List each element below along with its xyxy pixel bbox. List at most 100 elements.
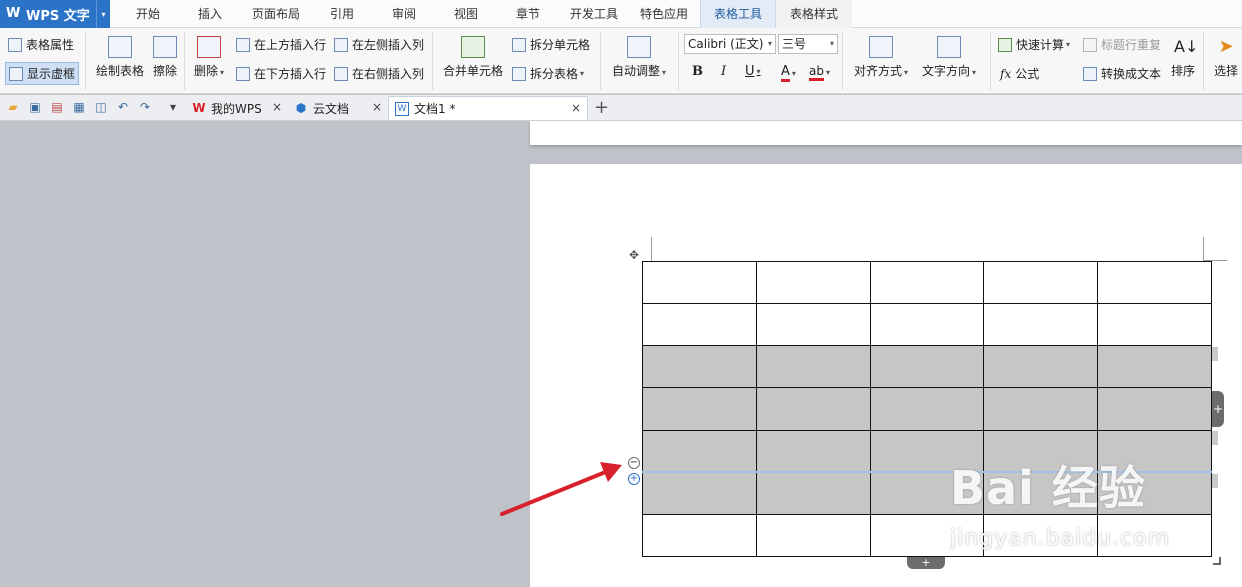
delete-row-minus-icon[interactable]: −: [628, 457, 640, 469]
sort-button[interactable]: A↓ 排序: [1168, 36, 1198, 79]
watermark-url: jingyan.baidu.com: [950, 526, 1171, 551]
open-folder-icon[interactable]: ▰: [6, 100, 20, 114]
undo-icon[interactable]: ↶: [116, 100, 130, 114]
tab-document1[interactable]: W 文档1 * ×: [388, 96, 588, 120]
table-cell[interactable]: [983, 260, 1099, 305]
table-row[interactable]: [642, 387, 1212, 431]
select-button[interactable]: ➤ 选择: [1210, 36, 1242, 79]
merge-cells-button[interactable]: 合并单元格: [440, 36, 506, 79]
convert-text-icon: [1083, 66, 1097, 81]
table-cell[interactable]: [642, 429, 757, 473]
tab-developer[interactable]: 开发工具: [564, 0, 624, 28]
chevron-down-icon: ▾: [756, 67, 761, 76]
tab-cloud-docs[interactable]: ⬢ 云文档 ×: [288, 96, 388, 120]
bold-button[interactable]: B: [692, 64, 703, 79]
table-cell[interactable]: [1097, 303, 1212, 347]
tab-references[interactable]: 引用: [316, 0, 368, 28]
app-menu-button[interactable]: W WPS 文字 ▾: [0, 0, 110, 28]
add-row-bottom-button[interactable]: +: [907, 557, 945, 569]
tab-home[interactable]: 开始: [122, 0, 174, 28]
insert-row-above-button[interactable]: 在上方插入行: [236, 36, 326, 53]
table-cell[interactable]: [755, 429, 871, 473]
formula-button[interactable]: fx 公式: [1000, 65, 1039, 82]
convert-to-text-button[interactable]: 转换成文本: [1083, 65, 1161, 82]
tab-table-tools[interactable]: 表格工具: [700, 0, 776, 28]
table-cell[interactable]: [755, 260, 871, 305]
table-cell[interactable]: [869, 303, 985, 347]
text-direction-button[interactable]: 文字方向 ▾: [918, 36, 980, 79]
tab-table-styles[interactable]: 表格样式: [776, 0, 852, 28]
table-cell[interactable]: [1097, 260, 1212, 305]
insert-col-left-button[interactable]: 在左侧插入列: [334, 36, 424, 53]
align-button[interactable]: 对齐方式 ▾: [850, 36, 912, 79]
quick-calc-button[interactable]: 快速计算 ▾: [998, 36, 1070, 53]
close-icon[interactable]: ×: [571, 101, 581, 115]
tab-page-layout[interactable]: 页面布局: [246, 0, 306, 28]
table-cell[interactable]: [869, 345, 985, 389]
cursor-arrow-icon: ➤: [1218, 36, 1234, 57]
save-icon[interactable]: ▣: [28, 100, 42, 114]
table-cell[interactable]: [755, 303, 871, 347]
erase-button[interactable]: 擦除: [150, 36, 180, 79]
customize-toolbar-icon[interactable]: ▾: [166, 100, 180, 114]
chevron-down-icon: ▾: [767, 39, 772, 48]
chevron-down-icon: ▾: [662, 68, 667, 77]
table-cell[interactable]: [869, 260, 985, 305]
add-column-right-button[interactable]: +: [1212, 391, 1224, 427]
table-cell[interactable]: [983, 387, 1099, 431]
table-cell[interactable]: [642, 513, 757, 558]
redo-icon[interactable]: ↷: [138, 100, 152, 114]
insert-col-right-button[interactable]: 在右侧插入列: [334, 65, 424, 82]
table-resize-handle[interactable]: [1213, 557, 1221, 565]
tab-review[interactable]: 审阅: [378, 0, 430, 28]
table-cell[interactable]: [755, 471, 871, 515]
export-pdf-icon[interactable]: ▤: [50, 100, 64, 114]
table-cell[interactable]: [1097, 387, 1212, 431]
table-cell[interactable]: [1097, 345, 1212, 389]
table-cell[interactable]: [869, 387, 985, 431]
tab-insert[interactable]: 插入: [184, 0, 236, 28]
split-table-button[interactable]: 拆分表格 ▾: [512, 65, 584, 82]
table-properties-button[interactable]: 表格属性: [8, 36, 74, 53]
repeat-header-button[interactable]: 标题行重复: [1083, 36, 1161, 53]
table-cell[interactable]: [642, 345, 757, 389]
table-row[interactable]: [642, 345, 1212, 389]
table-cell[interactable]: [642, 387, 757, 431]
underline-button[interactable]: U ▾: [745, 64, 761, 79]
table-cell[interactable]: [755, 387, 871, 431]
draw-table-button[interactable]: 绘制表格: [94, 36, 146, 79]
table-cell[interactable]: [642, 260, 757, 305]
split-cells-button[interactable]: 拆分单元格: [512, 36, 590, 53]
new-tab-plus-icon[interactable]: +: [594, 99, 609, 117]
app-title: WPS 文字: [26, 8, 90, 24]
italic-button[interactable]: I: [721, 64, 726, 79]
table-cell[interactable]: [755, 513, 871, 558]
ribbon-separator: [678, 32, 679, 90]
insert-row-plus-icon[interactable]: +: [628, 473, 640, 485]
font-size-select[interactable]: 三号 ▾: [778, 34, 838, 54]
auto-fit-button[interactable]: 自动调整 ▾: [608, 36, 670, 79]
font-color-button[interactable]: A ▾: [781, 64, 796, 82]
table-cell[interactable]: [983, 345, 1099, 389]
table-cell[interactable]: [755, 345, 871, 389]
show-gridlines-button[interactable]: 显示虚框: [5, 62, 80, 85]
tab-special[interactable]: 特色应用: [634, 0, 694, 28]
chevron-down-icon[interactable]: ▾: [96, 0, 110, 28]
print-icon[interactable]: ▦: [72, 100, 86, 114]
table-move-handle-icon[interactable]: ✥: [629, 249, 639, 261]
font-name-select[interactable]: Calibri (正文) ▾: [684, 34, 776, 54]
close-icon[interactable]: ×: [272, 100, 282, 114]
table-cell[interactable]: [983, 303, 1099, 347]
tab-view[interactable]: 视图: [440, 0, 492, 28]
table-cell[interactable]: [642, 303, 757, 347]
delete-button[interactable]: 删除 ▾: [190, 36, 228, 79]
print-preview-icon[interactable]: ◫: [94, 100, 108, 114]
table-cell[interactable]: [642, 471, 757, 515]
table-row[interactable]: [642, 260, 1212, 305]
tab-chapter[interactable]: 章节: [502, 0, 554, 28]
insert-row-below-button[interactable]: 在下方插入行: [236, 65, 326, 82]
table-row[interactable]: [642, 303, 1212, 347]
highlight-button[interactable]: ab ▾: [809, 64, 830, 81]
tab-my-wps[interactable]: W 我的WPS ×: [186, 96, 288, 120]
close-icon[interactable]: ×: [372, 100, 382, 114]
